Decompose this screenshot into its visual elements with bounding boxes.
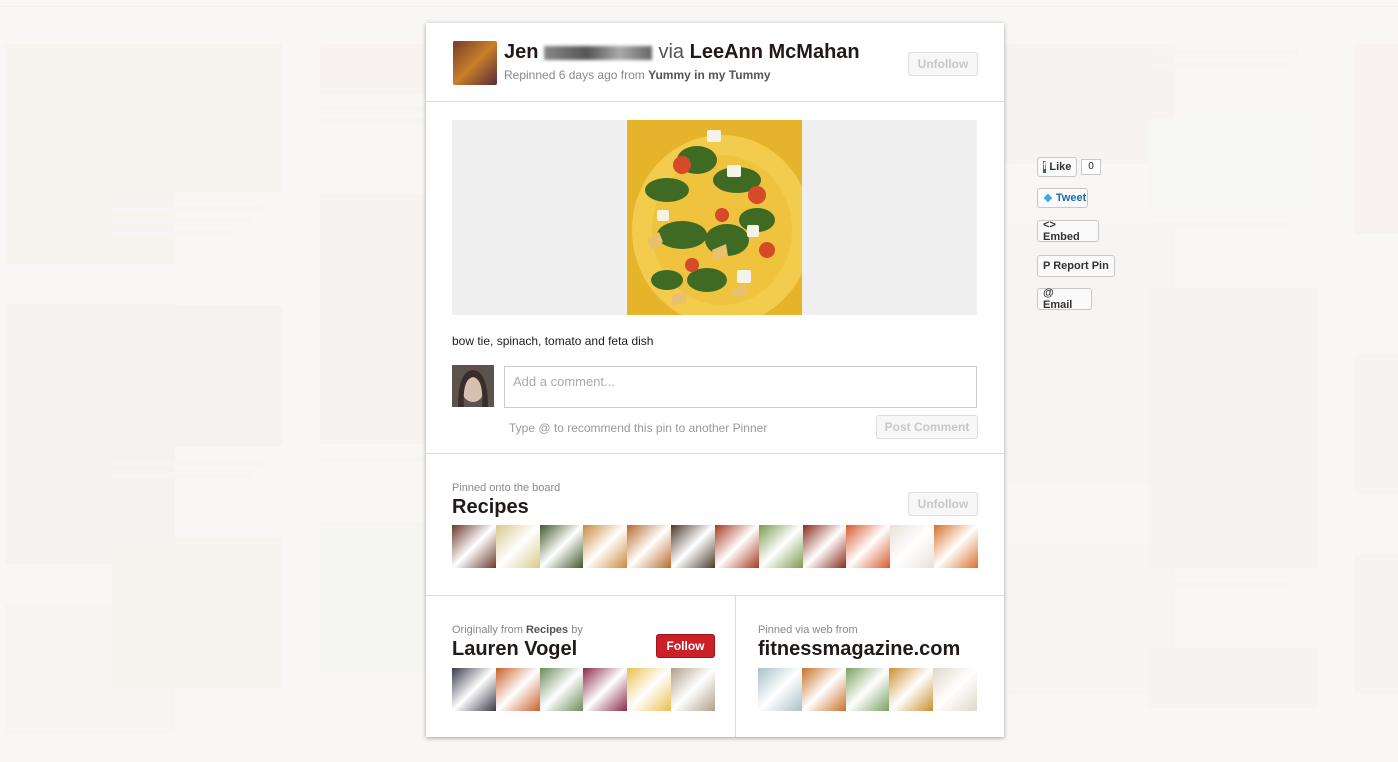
facebook-icon: f <box>1043 161 1047 173</box>
unfollow-board-button[interactable]: Unfollow <box>908 492 978 516</box>
facebook-like-button[interactable]: f Like <box>1037 157 1077 177</box>
thumbnail[interactable] <box>539 525 584 568</box>
source-site[interactable]: fitnessmagazine.com <box>758 638 960 661</box>
thumbnail[interactable] <box>495 668 540 711</box>
unfollow-user-button[interactable]: Unfollow <box>908 52 978 76</box>
pin-image-area[interactable] <box>452 120 977 315</box>
comment-hint: Type @ to recommend this pin to another … <box>509 421 768 435</box>
embed-button[interactable]: <> Embed <box>1037 219 1099 243</box>
thumbnail[interactable] <box>758 668 802 711</box>
thumbnail[interactable] <box>452 525 496 568</box>
thumbnail[interactable] <box>583 668 628 711</box>
origin-caption-suffix: by <box>571 624 583 636</box>
source-thumbnails[interactable] <box>758 668 977 711</box>
comment-input[interactable]: Add a comment... <box>504 366 977 408</box>
report-pin-button[interactable]: P Report Pin <box>1037 255 1115 277</box>
thumbnail[interactable] <box>495 525 540 568</box>
tweet-button[interactable]: ❖ Tweet <box>1037 188 1088 208</box>
source-board-link[interactable]: Yummy in my Tummy <box>648 68 770 82</box>
origin-thumbnails[interactable] <box>452 668 715 711</box>
thumbnail[interactable] <box>671 525 715 568</box>
like-count: 0 <box>1081 159 1101 175</box>
thumbnail[interactable] <box>539 668 584 711</box>
thumbnail[interactable] <box>889 668 934 711</box>
repinned-text: Repinned 6 days ago from <box>504 68 645 82</box>
origin-caption-prefix: Originally from <box>452 624 523 636</box>
origin-caption: Originally from Recipes by <box>452 624 583 636</box>
thumbnail[interactable] <box>583 525 628 568</box>
thumbnail[interactable] <box>934 525 978 568</box>
thumbnail[interactable] <box>890 525 935 568</box>
follow-button[interactable]: Follow <box>656 634 715 658</box>
email-button[interactable]: @ Email <box>1037 287 1092 311</box>
thumbnail[interactable] <box>627 525 672 568</box>
pin-modal: Jen via LeeAnn McMahan Repinned 6 days ag… <box>426 23 1004 737</box>
divider <box>426 101 1004 102</box>
origin-board-link[interactable]: Recipes <box>526 624 568 636</box>
thumbnail[interactable] <box>846 525 891 568</box>
divider <box>426 595 1004 596</box>
thumbnail[interactable] <box>758 525 803 568</box>
repin-info: Repinned 6 days ago from Yummy in my Tum… <box>504 68 771 82</box>
thumbnail[interactable] <box>671 668 715 711</box>
via-text: via <box>658 41 685 63</box>
pinner-name[interactable]: Jen <box>504 41 538 63</box>
vertical-divider <box>735 595 736 737</box>
pin-description: bow tie, spinach, tomato and feta dish <box>452 334 654 348</box>
via-user-name[interactable]: LeeAnn McMahan <box>690 41 860 63</box>
thumbnail[interactable] <box>627 668 672 711</box>
current-user-avatar <box>452 365 494 407</box>
thumbnail[interactable] <box>714 525 759 568</box>
like-label: Like <box>1049 161 1072 173</box>
twitter-icon: ❖ <box>1043 192 1053 205</box>
thumbnail[interactable] <box>845 668 890 711</box>
pinner-avatar[interactable] <box>453 41 497 85</box>
board-thumbnails[interactable] <box>452 525 978 568</box>
board-name[interactable]: Recipes <box>452 496 529 519</box>
post-comment-button[interactable]: Post Comment <box>876 415 978 439</box>
origin-user-name[interactable]: Lauren Vogel <box>452 638 577 661</box>
tweet-label: Tweet <box>1055 192 1087 204</box>
source-caption: Pinned via web from <box>758 624 858 636</box>
thumbnail[interactable] <box>452 668 496 711</box>
redacted-name <box>544 45 653 60</box>
pinner-title: Jen via LeeAnn McMahan <box>504 41 860 64</box>
divider <box>426 453 1004 454</box>
board-caption: Pinned onto the board <box>452 482 561 494</box>
thumbnail[interactable] <box>933 668 977 711</box>
thumbnail[interactable] <box>802 525 847 568</box>
thumbnail[interactable] <box>801 668 846 711</box>
pin-image[interactable] <box>627 120 802 315</box>
